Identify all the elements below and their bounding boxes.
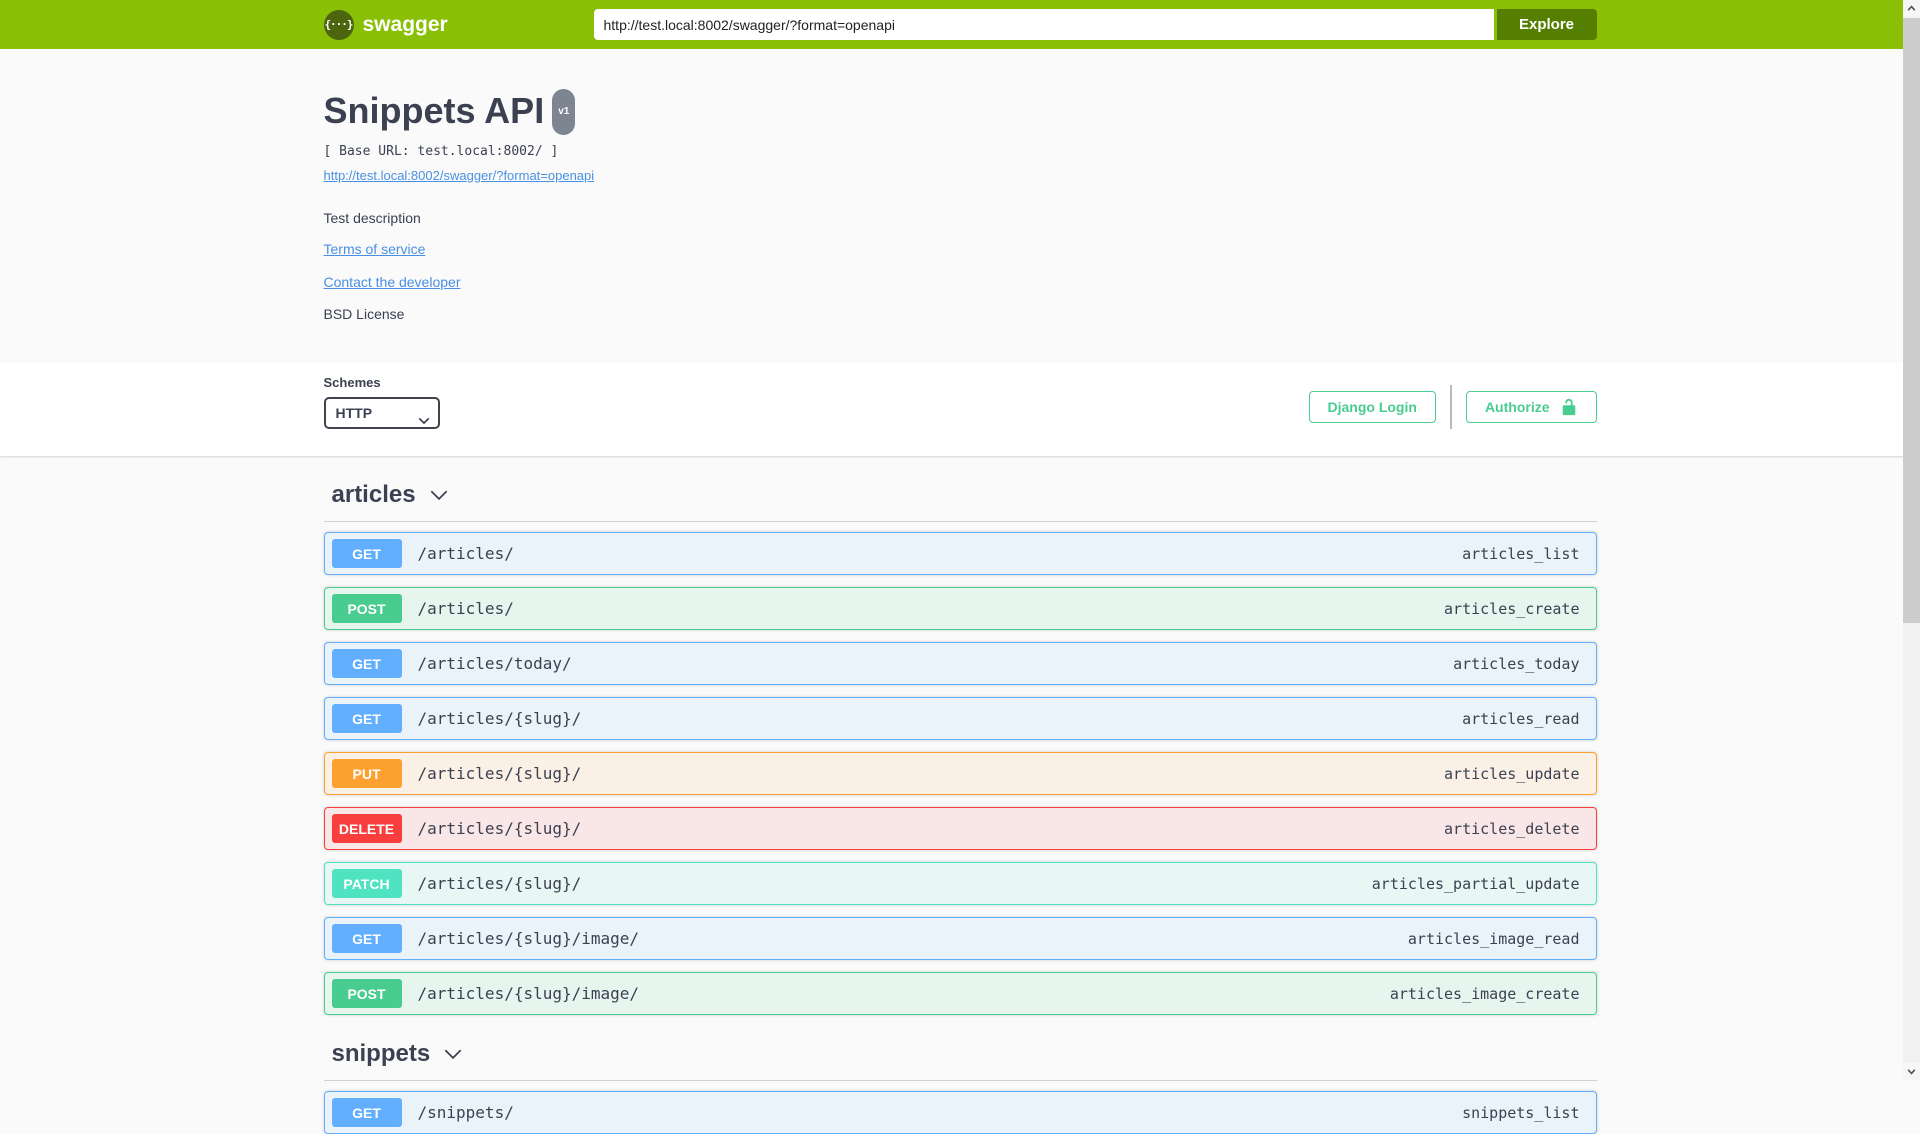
operation-path: /articles/today/ (417, 654, 572, 673)
schemes-select[interactable]: HTTP (323, 397, 440, 429)
operation-row[interactable]: PATCH /articles/{slug}/ articles_partial… (323, 862, 1597, 905)
operation-row[interactable]: PUT /articles/{slug}/ articles_update (323, 752, 1597, 795)
authorize-label: Authorize (1484, 399, 1550, 415)
operation-id: articles_list (1462, 544, 1580, 563)
operation-list: GET /articles/ articles_list POST /artic… (323, 532, 1597, 1015)
api-title-text: Snippets API (323, 90, 545, 131)
license-label: BSD License (323, 306, 405, 322)
operation-path: /articles/{slug}/ (417, 764, 582, 783)
chevron-down-icon (428, 484, 450, 506)
operation-row[interactable]: GET /articles/{slug}/ articles_read (323, 697, 1597, 740)
operation-path: /articles/{slug}/ (417, 874, 582, 893)
section-title: articles (331, 481, 416, 508)
operation-path: /articles/ (417, 599, 514, 618)
operation-path: /articles/{slug}/image/ (417, 984, 640, 1003)
django-login-button[interactable]: Django Login (1308, 391, 1436, 423)
auth-divider (1449, 385, 1452, 429)
section-header[interactable]: articles (323, 456, 1597, 522)
operation-row[interactable]: GET /articles/today/ articles_today (323, 642, 1597, 685)
operation-row[interactable]: POST /articles/ articles_create (323, 587, 1597, 630)
contact-developer-link[interactable]: Contact the developer (324, 274, 461, 290)
scroll-up-icon[interactable] (1903, 0, 1920, 17)
operation-row[interactable]: GET /snippets/ snippets_list (323, 1091, 1597, 1134)
method-badge: GET (331, 704, 402, 733)
operation-id: articles_create (1444, 599, 1580, 618)
topbar: {···} swagger Explore (0, 0, 1920, 49)
operation-section: snippets GET /snippets/ snippets_list (323, 1015, 1597, 1134)
operation-path: /articles/{slug}/image/ (417, 929, 640, 948)
operation-id: articles_partial_update (1371, 874, 1580, 893)
info-section: Snippets API v1 [ Base URL: test.local:8… (324, 49, 1597, 362)
scroll-down-icon[interactable] (1903, 1063, 1920, 1080)
logo-label: swagger (362, 12, 448, 36)
page-scrollbar[interactable] (1903, 0, 1920, 1080)
operations-sections: articles GET /articles/ articles_list PO… (323, 456, 1597, 1134)
method-badge: PUT (331, 759, 402, 788)
curly-braces-icon: {···} (323, 9, 354, 40)
api-description: Test description (323, 210, 421, 226)
explore-button[interactable]: Explore (1496, 9, 1597, 40)
operation-path: /articles/{slug}/ (417, 709, 582, 728)
operation-id: snippets_list (1462, 1103, 1580, 1122)
operation-list: GET /snippets/ snippets_list (323, 1091, 1597, 1134)
method-badge: GET (331, 649, 402, 678)
auth-wrapper: Django Login Authorize (1308, 385, 1597, 429)
method-badge: GET (331, 924, 402, 953)
operation-row[interactable]: DELETE /articles/{slug}/ articles_delete (323, 807, 1597, 850)
unlock-icon (1560, 398, 1578, 416)
operation-path: /articles/{slug}/ (417, 819, 582, 838)
section-header[interactable]: snippets (323, 1015, 1597, 1081)
spec-url-input[interactable] (593, 9, 1494, 40)
django-login-label: Django Login (1327, 399, 1417, 415)
method-badge: DELETE (331, 814, 402, 843)
spec-link[interactable]: http://test.local:8002/swagger/?format=o… (324, 168, 595, 183)
chevron-down-icon (442, 1043, 464, 1065)
method-badge: GET (331, 1098, 402, 1127)
method-badge: GET (331, 539, 402, 568)
base-url: [ Base URL: test.local:8002/ ] (323, 144, 559, 159)
operation-id: articles_delete (1444, 819, 1580, 838)
operation-id: articles_image_read (1407, 929, 1580, 948)
schemes-group: Schemes HTTP (323, 375, 440, 429)
operation-id: articles_image_create (1389, 984, 1580, 1003)
operation-id: articles_update (1444, 764, 1580, 783)
operation-section: articles GET /articles/ articles_list PO… (323, 456, 1597, 1015)
swagger-logo: {···} swagger (323, 9, 452, 40)
method-badge: POST (331, 979, 402, 1008)
method-badge: PATCH (331, 869, 402, 898)
scheme-container: Schemes HTTP Django Login Authorize (0, 362, 1920, 456)
download-url-wrapper: Explore (593, 9, 1597, 40)
authorize-button[interactable]: Authorize (1465, 391, 1597, 423)
operation-path: /articles/ (417, 544, 514, 563)
section-title: snippets (331, 1040, 431, 1067)
terms-of-service-link[interactable]: Terms of service (324, 241, 426, 257)
page-title: Snippets API v1 (323, 89, 576, 137)
operation-id: articles_today (1453, 654, 1580, 673)
operation-row[interactable]: GET /articles/ articles_list (323, 532, 1597, 575)
operation-row[interactable]: POST /articles/{slug}/image/ articles_im… (323, 972, 1597, 1015)
operation-id: articles_read (1462, 709, 1580, 728)
scrollbar-thumb[interactable] (1903, 18, 1920, 623)
method-badge: POST (331, 594, 402, 623)
operation-path: /snippets/ (417, 1103, 514, 1122)
schemes-label: Schemes (323, 375, 381, 390)
version-badge: v1 (552, 89, 576, 135)
operation-row[interactable]: GET /articles/{slug}/image/ articles_ima… (323, 917, 1597, 960)
